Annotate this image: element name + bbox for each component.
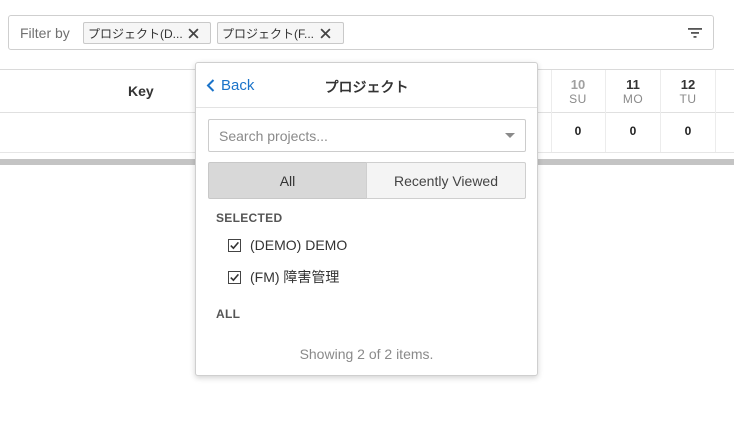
day-number: 12 [680, 77, 696, 92]
day-weekday: TU [679, 92, 697, 106]
caret-down-icon[interactable] [505, 133, 515, 138]
checkbox-checked-icon[interactable] [228, 238, 241, 252]
popup-header: Back プロジェクト [196, 63, 537, 108]
day-weekday: MO [622, 92, 644, 106]
cell-value: 0 [629, 124, 637, 138]
filter-chip-label: プロジェクト(F... [222, 26, 314, 41]
item-label: (DEMO) DEMO [250, 237, 348, 253]
selected-item-demo[interactable]: (DEMO) DEMO [228, 237, 347, 253]
day-number: 11 [626, 77, 640, 92]
item-label: (FM) 障害管理 [250, 269, 340, 285]
day-weekday: SU [569, 92, 587, 106]
project-search-box [208, 119, 526, 152]
key-column-header[interactable]: Key [128, 83, 154, 99]
all-section-label: ALL [216, 307, 241, 321]
selected-item-fm[interactable]: (FM) 障害管理 [228, 267, 339, 287]
filter-bar: Filter by プロジェクト(D... プロジェクト(F... [8, 15, 714, 50]
filter-icon[interactable] [688, 27, 702, 39]
popup-title: プロジェクト [324, 79, 409, 95]
filter-chip-label: プロジェクト(D... [88, 26, 183, 41]
checkbox-checked-icon[interactable] [228, 270, 241, 284]
column-separator [715, 70, 716, 152]
filter-by-label: Filter by [20, 25, 70, 41]
day-header-12: 12 TU [661, 70, 715, 112]
cell-value: 0 [574, 124, 582, 138]
close-icon [319, 27, 331, 39]
tab-all[interactable]: All [208, 162, 367, 199]
cell-value: 0 [684, 124, 692, 138]
close-icon [188, 27, 199, 39]
search-input[interactable] [209, 120, 489, 151]
project-filter-popup: Back プロジェクト All Recently Viewed SELECTED… [195, 62, 538, 376]
remove-chip-button[interactable] [314, 23, 336, 43]
filter-chip-fm[interactable]: プロジェクト(F... [217, 22, 344, 44]
tab-recently-viewed[interactable]: Recently Viewed [366, 162, 526, 199]
day-header-10: 10 SU [551, 70, 605, 112]
remove-chip-button[interactable] [183, 23, 205, 43]
showing-count: Showing 2 of 2 items. [299, 346, 434, 362]
selected-section-label: SELECTED [216, 211, 283, 225]
filter-chip-demo[interactable]: プロジェクト(D... [83, 22, 211, 44]
day-number: 10 [570, 77, 586, 92]
day-header-11: 11 MO [606, 70, 660, 112]
